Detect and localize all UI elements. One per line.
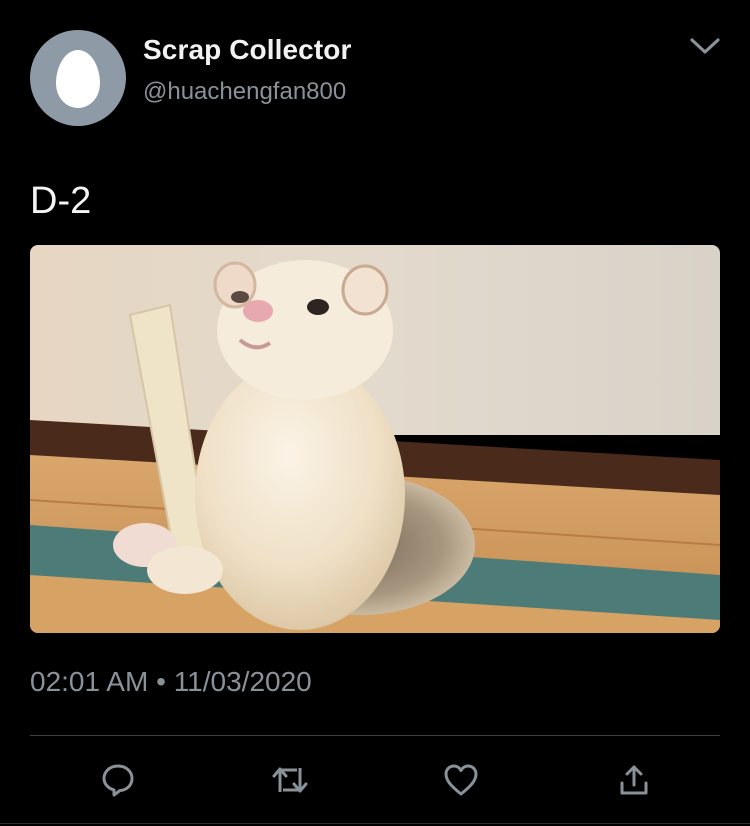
tweet-date: 11/03/2020 (173, 666, 312, 697)
share-icon (620, 765, 648, 795)
reply-button[interactable] (98, 760, 138, 800)
like-icon (444, 764, 478, 796)
timestamp-separator: • (156, 666, 166, 697)
divider (30, 735, 720, 736)
retweet-button[interactable] (270, 760, 310, 800)
tweet-time: 02:01 AM (30, 666, 149, 697)
chevron-down-icon[interactable] (688, 34, 722, 58)
ferret-photo (30, 245, 720, 633)
tweet-text: D-2 (30, 180, 92, 222)
display-name[interactable]: Scrap Collector (143, 34, 351, 66)
default-egg-avatar-icon (56, 50, 100, 108)
like-button[interactable] (441, 760, 481, 800)
share-button[interactable] (614, 760, 654, 800)
tweet-media-photo[interactable] (30, 245, 720, 633)
tweet-timestamp[interactable]: 02:01 AM • 11/03/2020 (30, 666, 312, 698)
retweet-icon (272, 767, 308, 793)
user-handle[interactable]: @huachengfan800 (143, 78, 346, 106)
reply-icon (102, 764, 134, 797)
tweet-card: Scrap Collector @huachengfan800 D-2 02:0… (0, 0, 750, 826)
bottom-divider (0, 823, 750, 824)
avatar[interactable] (30, 30, 126, 126)
